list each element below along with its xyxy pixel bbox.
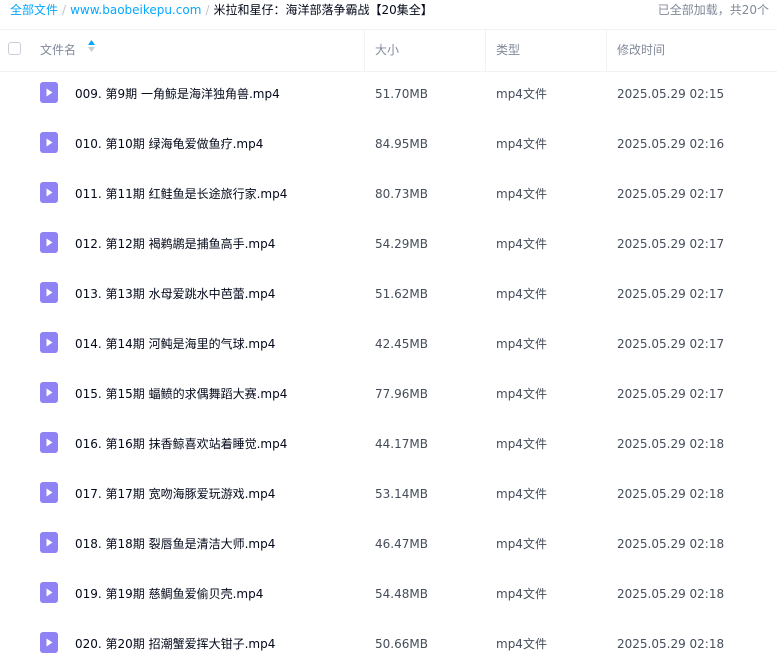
file-modified-time: 2025.05.29 02:17: [617, 287, 725, 301]
file-type: mp4文件: [496, 587, 547, 601]
file-type: mp4文件: [496, 487, 547, 501]
file-size: 80.73MB: [375, 187, 428, 201]
video-file-icon[interactable]: [40, 382, 58, 403]
video-file-icon[interactable]: [40, 582, 58, 603]
file-name-link[interactable]: 011. 第11期 红鲑鱼是长途旅行家.mp4: [75, 169, 287, 219]
video-file-icon[interactable]: [40, 332, 58, 353]
breadcrumb: 全部文件 / www.baobeikepu.com / 米拉和星仔：海洋部落争霸战【20…: [10, 0, 433, 20]
column-header-name-label: 文件名: [40, 43, 77, 57]
file-size: 44.17MB: [375, 437, 428, 451]
select-all-checkbox[interactable]: [8, 42, 21, 55]
file-type: mp4文件: [496, 337, 547, 351]
file-name-link[interactable]: 016. 第16期 抹香鲸喜欢站着睡觉.mp4: [75, 419, 287, 469]
video-file-icon[interactable]: [40, 632, 58, 653]
file-name-link[interactable]: 015. 第15期 蝠鲼的求偶舞蹈大赛.mp4: [75, 369, 287, 419]
file-size: 84.95MB: [375, 137, 428, 151]
file-row[interactable]: 017. 第17期 宽吻海豚爱玩游戏.mp4 53.14MB mp4文件 2025.0…: [0, 469, 777, 519]
breadcrumb-separator: /: [205, 3, 210, 17]
breadcrumb-current-folder: 米拉和星仔：海洋部落争霸战【20集全】: [213, 3, 433, 17]
file-type: mp4文件: [496, 237, 547, 251]
file-row[interactable]: 014. 第14期 河鲀是海里的气球.mp4 42.45MB mp4文件 2025.0…: [0, 319, 777, 369]
sort-arrows-icon[interactable]: [87, 28, 95, 69]
file-list-header: 文件名 大小 类型 修改时间: [0, 29, 777, 72]
top-bar: 全部文件 / www.baobeikepu.com / 米拉和星仔：海洋部落争霸战【20…: [0, 0, 777, 22]
file-row[interactable]: 020. 第20期 招潮蟹爱挥大钳子.mp4 50.66MB mp4文件 2025.0…: [0, 619, 777, 669]
column-header-modified[interactable]: 修改时间: [606, 30, 754, 71]
file-modified-time: 2025.05.29 02:18: [617, 537, 725, 551]
column-header-name[interactable]: 文件名: [40, 30, 363, 71]
load-status-text: 已全部加载，共20个: [657, 3, 769, 17]
breadcrumb-site-link[interactable]: www.baobeikepu.com: [70, 3, 201, 17]
file-name-link[interactable]: 012. 第12期 褐鹈鹕是捕鱼高手.mp4: [75, 219, 275, 269]
column-header-size[interactable]: 大小: [364, 30, 484, 71]
file-size: 42.45MB: [375, 337, 428, 351]
file-name-link[interactable]: 018. 第18期 裂唇鱼是清洁大师.mp4: [75, 519, 275, 569]
video-file-icon[interactable]: [40, 482, 58, 503]
video-file-icon[interactable]: [40, 82, 58, 103]
file-size: 50.66MB: [375, 637, 428, 651]
file-type: mp4文件: [496, 287, 547, 301]
video-file-icon[interactable]: [40, 432, 58, 453]
file-row[interactable]: 012. 第12期 褐鹈鹕是捕鱼高手.mp4 54.29MB mp4文件 2025.0…: [0, 219, 777, 269]
breadcrumb-separator: /: [62, 3, 67, 17]
file-row[interactable]: 016. 第16期 抹香鲸喜欢站着睡觉.mp4 44.17MB mp4文件 2025.…: [0, 419, 777, 469]
file-size: 51.62MB: [375, 287, 428, 301]
file-name-link[interactable]: 017. 第17期 宽吻海豚爱玩游戏.mp4: [75, 469, 275, 519]
file-size: 51.70MB: [375, 87, 428, 101]
file-type: mp4文件: [496, 437, 547, 451]
file-type: mp4文件: [496, 137, 547, 151]
file-size: 77.96MB: [375, 387, 428, 401]
file-row[interactable]: 013. 第13期 水母爱跳水中芭蕾.mp4 51.62MB mp4文件 2025.0…: [0, 269, 777, 319]
file-row[interactable]: 010. 第10期 绿海龟爱做鱼疗.mp4 84.95MB mp4文件 2025.05…: [0, 119, 777, 169]
file-row[interactable]: 011. 第11期 红鲑鱼是长途旅行家.mp4 80.73MB mp4文件 2025.…: [0, 169, 777, 219]
video-file-icon[interactable]: [40, 132, 58, 153]
file-modified-time: 2025.05.29 02:16: [617, 137, 725, 151]
file-name-link[interactable]: 009. 第9期 一角鲸是海洋独角兽.mp4: [75, 69, 280, 119]
video-file-icon[interactable]: [40, 232, 58, 253]
file-type: mp4文件: [496, 187, 547, 201]
file-modified-time: 2025.05.29 02:17: [617, 187, 725, 201]
file-row[interactable]: 009. 第9期 一角鲸是海洋独角兽.mp4 51.70MB mp4文件 2025.0…: [0, 69, 777, 119]
file-name-link[interactable]: 010. 第10期 绿海龟爱做鱼疗.mp4: [75, 119, 263, 169]
video-file-icon[interactable]: [40, 532, 58, 553]
file-row[interactable]: 015. 第15期 蝠鲼的求偶舞蹈大赛.mp4 77.96MB mp4文件 2025.…: [0, 369, 777, 419]
file-modified-time: 2025.05.29 02:18: [617, 437, 725, 451]
file-modified-time: 2025.05.29 02:18: [617, 637, 725, 651]
column-header-type[interactable]: 类型: [485, 30, 605, 71]
file-modified-time: 2025.05.29 02:17: [617, 237, 725, 251]
file-name-link[interactable]: 014. 第14期 河鲀是海里的气球.mp4: [75, 319, 275, 369]
video-file-icon[interactable]: [40, 282, 58, 303]
file-size: 54.29MB: [375, 237, 428, 251]
file-modified-time: 2025.05.29 02:17: [617, 387, 725, 401]
file-type: mp4文件: [496, 387, 547, 401]
file-modified-time: 2025.05.29 02:18: [617, 487, 725, 501]
file-name-link[interactable]: 019. 第19期 慈鲷鱼爱偷贝壳.mp4: [75, 569, 263, 619]
file-modified-time: 2025.05.29 02:17: [617, 337, 725, 351]
file-size: 54.48MB: [375, 587, 428, 601]
file-type: mp4文件: [496, 537, 547, 551]
file-name-link[interactable]: 013. 第13期 水母爱跳水中芭蕾.mp4: [75, 269, 275, 319]
file-size: 53.14MB: [375, 487, 428, 501]
file-type: mp4文件: [496, 637, 547, 651]
file-name-link[interactable]: 020. 第20期 招潮蟹爱挥大钳子.mp4: [75, 619, 275, 669]
breadcrumb-root-link[interactable]: 全部文件: [10, 3, 58, 17]
file-size: 46.47MB: [375, 537, 428, 551]
video-file-icon[interactable]: [40, 182, 58, 203]
file-type: mp4文件: [496, 87, 547, 101]
file-modified-time: 2025.05.29 02:15: [617, 87, 725, 101]
file-row[interactable]: 019. 第19期 慈鲷鱼爱偷贝壳.mp4 54.48MB mp4文件 2025.05…: [0, 569, 777, 619]
file-modified-time: 2025.05.29 02:18: [617, 587, 725, 601]
file-row[interactable]: 018. 第18期 裂唇鱼是清洁大师.mp4 46.47MB mp4文件 2025.0…: [0, 519, 777, 569]
